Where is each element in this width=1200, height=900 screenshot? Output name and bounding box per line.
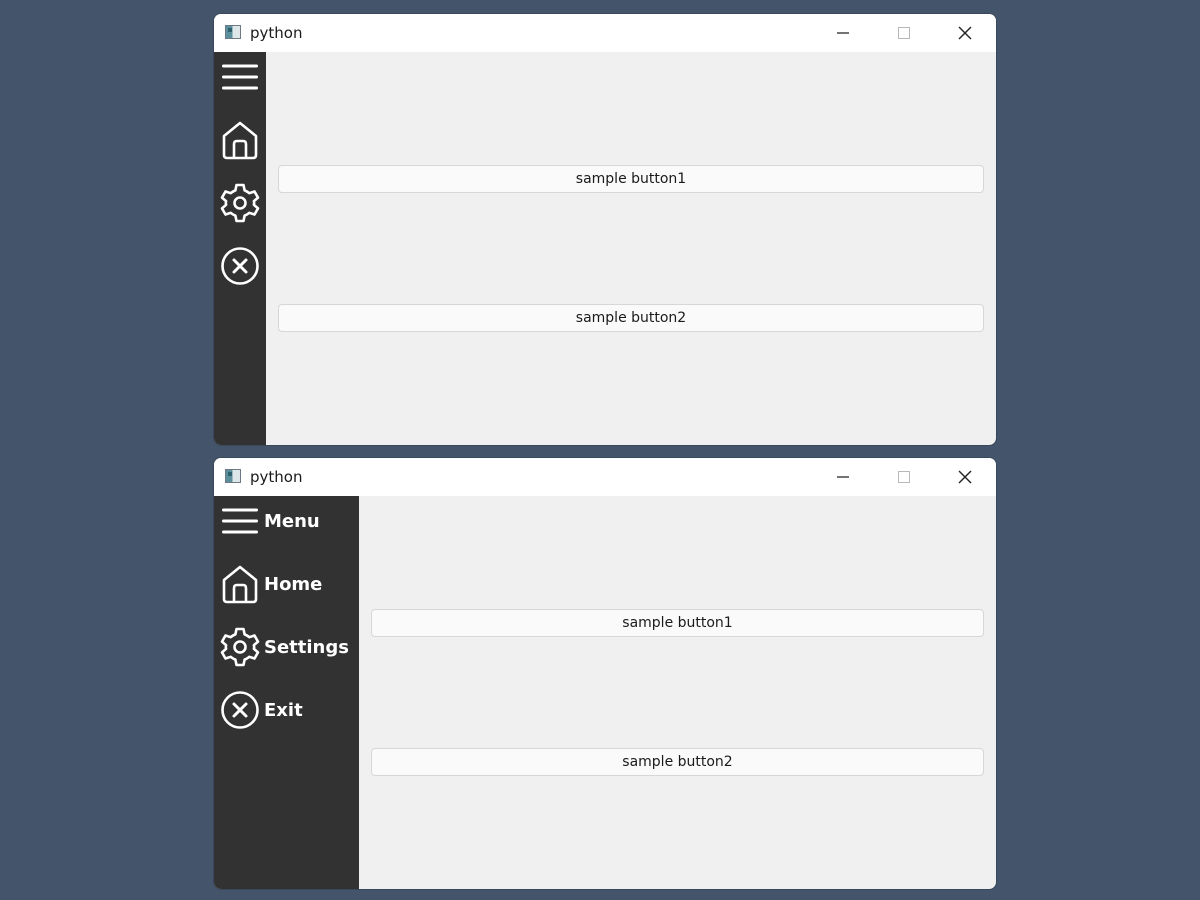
- sidebar-item-label: Exit: [264, 699, 303, 721]
- exit-icon: [221, 247, 259, 285]
- settings-icon: [220, 627, 260, 667]
- minimize-icon: [837, 476, 849, 478]
- maximize-button[interactable]: [880, 14, 928, 52]
- title-bar[interactable]: python: [214, 458, 996, 496]
- home-icon: [222, 121, 258, 160]
- sidebar-item-exit[interactable]: [214, 242, 264, 290]
- home-icon: [222, 565, 258, 604]
- sidebar-item-label: Menu: [264, 510, 320, 532]
- close-icon: [958, 26, 972, 40]
- window-title: python: [250, 24, 303, 42]
- sidebar-item-home[interactable]: [214, 116, 264, 164]
- sidebar: Menu Home Settings Exit: [214, 496, 359, 889]
- sidebar-item-exit[interactable]: Exit: [214, 686, 303, 734]
- minimize-button[interactable]: [819, 14, 867, 52]
- sidebar-item-settings[interactable]: [214, 179, 264, 227]
- sample-button-1[interactable]: sample button1: [371, 609, 984, 637]
- menu-icon: [222, 508, 258, 534]
- minimize-icon: [837, 32, 849, 34]
- close-button[interactable]: [941, 458, 989, 496]
- minimize-button[interactable]: [819, 458, 867, 496]
- exit-icon: [221, 691, 259, 729]
- app-icon: [225, 469, 241, 483]
- sidebar-item-menu[interactable]: [214, 53, 264, 101]
- sidebar-item-label: Settings: [264, 636, 349, 658]
- app-window-expanded: python Menu Home Settings Exit sample bu…: [214, 458, 996, 889]
- sample-button-2[interactable]: sample button2: [278, 304, 984, 332]
- app-icon: [225, 25, 241, 39]
- app-window-collapsed: python sample button1 sample button2: [214, 14, 996, 445]
- settings-icon: [220, 183, 260, 223]
- sample-button-2[interactable]: sample button2: [371, 748, 984, 776]
- sidebar-item-label: Home: [264, 573, 323, 595]
- sample-button-1[interactable]: sample button1: [278, 165, 984, 193]
- menu-icon: [222, 64, 258, 90]
- sidebar-item-menu[interactable]: Menu: [214, 497, 320, 545]
- title-bar[interactable]: python: [214, 14, 996, 52]
- window-title: python: [250, 468, 303, 486]
- close-button[interactable]: [941, 14, 989, 52]
- sidebar: [214, 52, 266, 445]
- maximize-icon: [898, 471, 910, 483]
- close-icon: [958, 470, 972, 484]
- maximize-icon: [898, 27, 910, 39]
- sidebar-item-settings[interactable]: Settings: [214, 623, 349, 671]
- maximize-button[interactable]: [880, 458, 928, 496]
- sidebar-item-home[interactable]: Home: [214, 560, 322, 608]
